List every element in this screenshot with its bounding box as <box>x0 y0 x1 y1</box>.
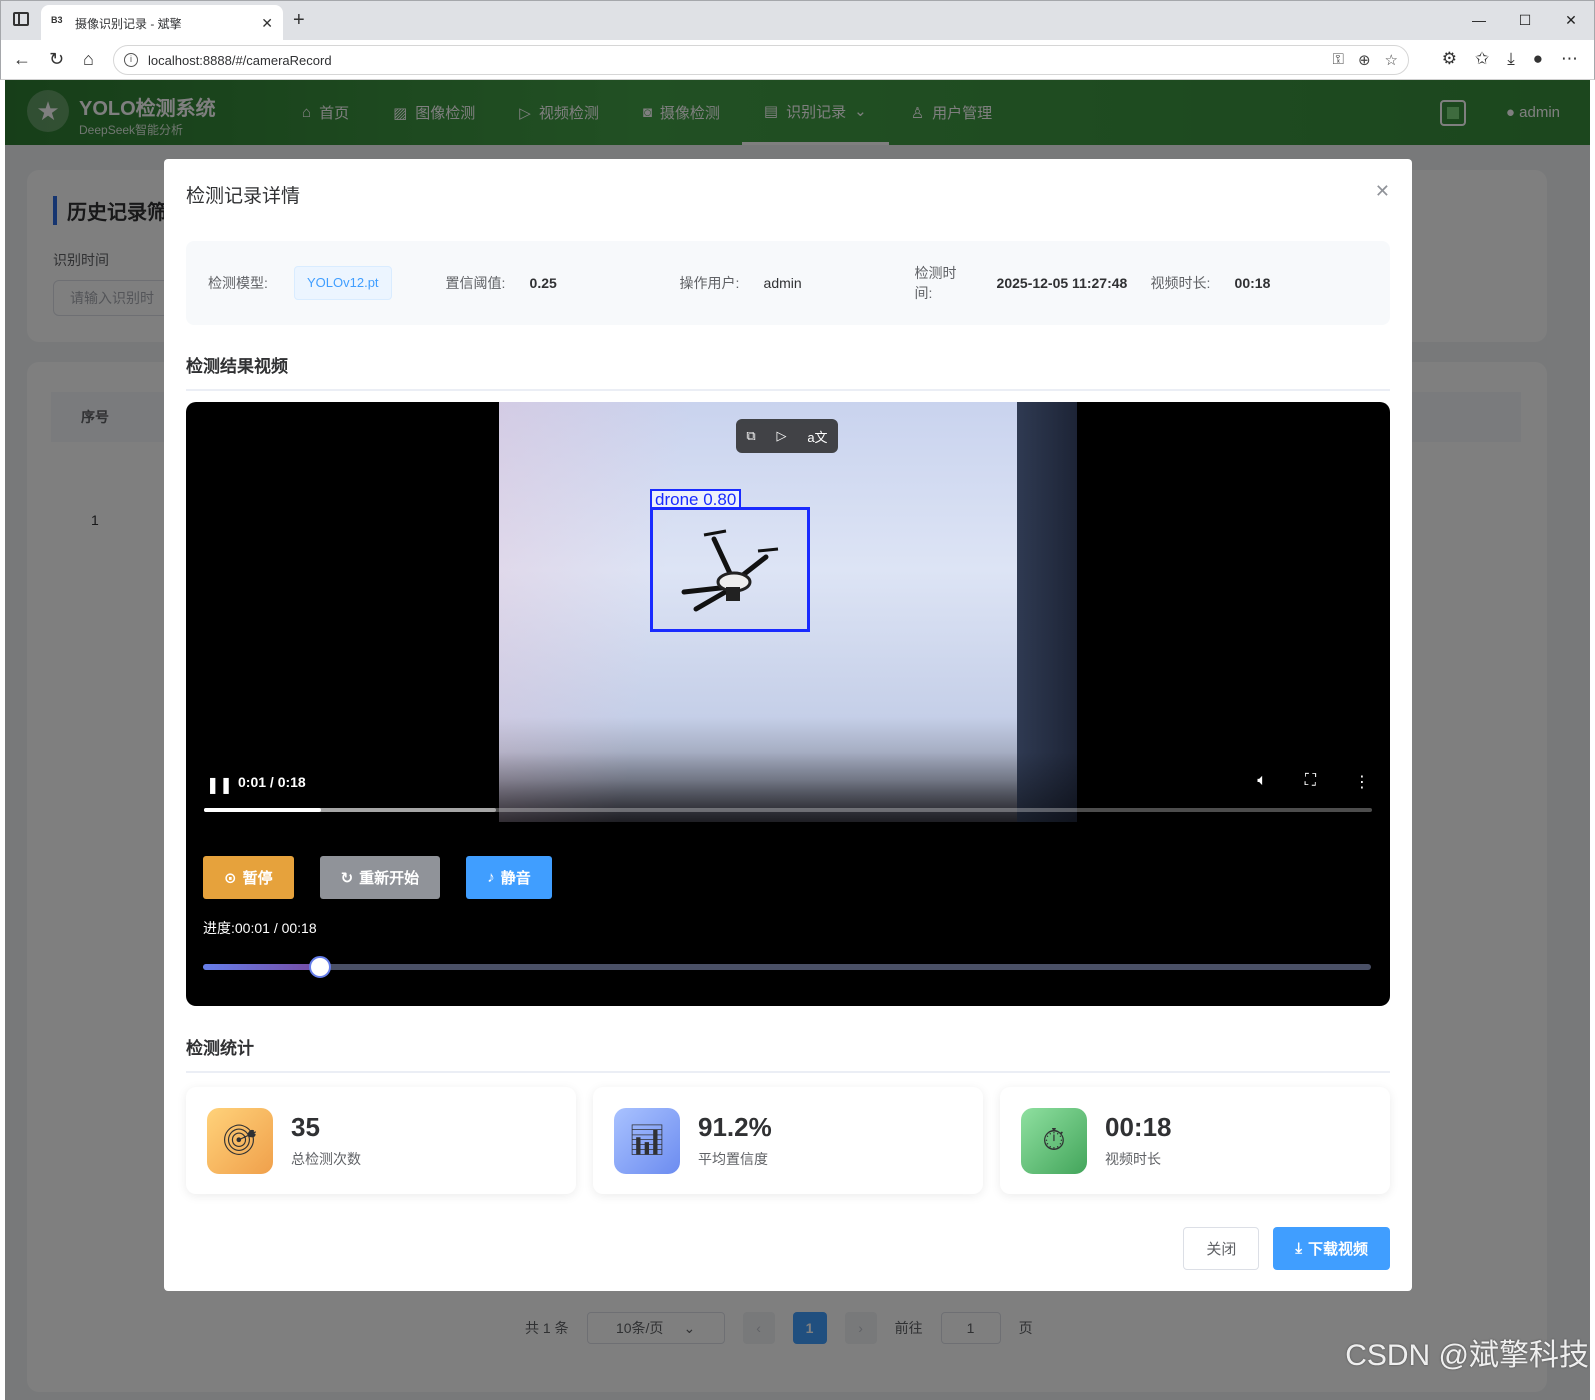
progress-text: 进度:00:01 / 00:18 <box>203 920 317 936</box>
video-pause-icon[interactable]: ❚❚ <box>206 775 233 795</box>
close-icon[interactable]: ✕ <box>1375 181 1390 202</box>
stat-value: 00:18 <box>1105 1112 1172 1142</box>
slider-fill <box>203 964 320 970</box>
duration-label: 视频时长: <box>1150 275 1211 291</box>
home-icon[interactable]: ⌂ <box>83 49 94 70</box>
browser-tab-bar: B3 摄像识别记录 - 斌擎 ✕ + — ☐ ✕ <box>0 0 1595 41</box>
more-icon[interactable]: ⋯ <box>1561 49 1578 69</box>
new-tab-icon[interactable]: + <box>293 9 305 32</box>
video-player[interactable]: drone 0.80 ⧉ ▷ a文 ❚❚ 0:01 / 0:18 🔈︎ ⛶ ⋮ … <box>186 402 1390 1006</box>
url-text: localhost:8888/#/cameraRecord <box>148 52 332 68</box>
stat-label: 平均置信度 <box>698 1151 768 1167</box>
key-icon[interactable]: ⚿ <box>1333 51 1344 69</box>
video-section-title: 检测结果视频 <box>186 352 1390 391</box>
address-bar-row: ← ↻ ⌂ i localhost:8888/#/cameraRecord ⚿ … <box>0 40 1595 80</box>
user-value: admin <box>763 275 802 291</box>
video-overlay-toolbar: ⧉ ▷ a文 <box>736 419 838 453</box>
mute-button[interactable]: ♪ 静音 <box>466 856 552 899</box>
stat-value: 35 <box>291 1112 320 1142</box>
stat-card-duration: ⏱︎ 00:18 视频时长 <box>1000 1087 1390 1194</box>
watermark: CSDN @斌擎科技 <box>1345 1339 1589 1372</box>
video-progress-bar[interactable] <box>204 808 1372 812</box>
time-value: 2025-12-05 11:27:48 <box>996 275 1128 291</box>
stat-value: 91.2% <box>698 1112 772 1142</box>
favorite-star-icon[interactable]: ☆ <box>1385 51 1398 69</box>
record-detail-dialog: 检测记录详情 ✕ 检测模型: YOLOv12.pt 置信阈值: 0.25 操作用… <box>164 159 1412 1291</box>
progress-slider[interactable] <box>203 956 1371 978</box>
favorites-icon[interactable]: ✩ <box>1475 49 1489 69</box>
close-button[interactable]: 关闭 <box>1183 1227 1260 1270</box>
user-label: 操作用户: <box>679 275 740 291</box>
refresh-icon: ↻ <box>340 869 354 887</box>
video-played <box>204 808 321 812</box>
slider-knob[interactable] <box>308 956 331 978</box>
model-tag: YOLOv12.pt <box>294 266 392 300</box>
time-label: 检测时间: <box>914 265 957 301</box>
zoom-icon[interactable]: ⊕ <box>1358 51 1371 69</box>
close-tab-icon[interactable]: ✕ <box>261 15 273 32</box>
fullscreen-icon[interactable]: ⛶ <box>1305 772 1316 792</box>
browser-tab[interactable]: B3 摄像识别记录 - 斌擎 ✕ <box>41 5 283 41</box>
tab-title: 摄像识别记录 - 斌擎 <box>75 16 182 31</box>
conf-value: 0.25 <box>529 275 557 291</box>
microphone-icon: ♪ <box>487 869 495 886</box>
extensions-icon[interactable]: ⚙ <box>1442 49 1457 69</box>
custom-controls: ⊙ 暂停 ↻ 重新开始 ♪ 静音 <box>203 856 552 899</box>
tab-actions-icon[interactable] <box>13 12 29 26</box>
target-icon: 🎯︎ <box>207 1107 273 1174</box>
maximize-icon[interactable]: ☐ <box>1502 1 1548 41</box>
more-options-icon[interactable]: ⋮ <box>1354 772 1370 792</box>
restart-button[interactable]: ↻ 重新开始 <box>319 856 441 899</box>
stat-label: 视频时长 <box>1105 1151 1161 1167</box>
bar-chart-icon: 📊︎ <box>614 1107 680 1174</box>
drone-image <box>681 529 779 612</box>
back-icon[interactable]: ← <box>13 49 31 70</box>
cast-icon[interactable]: ▷ <box>777 428 787 444</box>
stat-card-total: 🎯︎ 35 总检测次数 <box>186 1087 576 1194</box>
stat-label: 总检测次数 <box>291 1151 361 1167</box>
favicon-icon: B3 <box>51 15 63 25</box>
pause-button[interactable]: ⊙ 暂停 <box>203 856 294 899</box>
volume-icon[interactable]: 🔈︎ <box>1257 772 1267 792</box>
record-info: 检测模型: YOLOv12.pt 置信阈值: 0.25 操作用户: admin … <box>186 241 1390 325</box>
stats-section-title: 检测统计 <box>186 1034 1390 1073</box>
stopwatch-icon: ⏱︎ <box>1021 1107 1087 1174</box>
video-time: 0:01 / 0:18 <box>238 774 306 790</box>
download-icon[interactable]: ⤓ <box>1507 49 1515 69</box>
duration-value: 00:18 <box>1234 275 1271 291</box>
site-info-icon[interactable]: i <box>124 53 138 67</box>
stats-cards: 🎯︎ 35 总检测次数 📊︎ 91.2% 平均置信度 ⏱︎ 00:18 视频时长 <box>186 1087 1390 1194</box>
video-controls-gradient <box>186 752 1390 832</box>
pip-icon[interactable]: ⧉ <box>746 428 755 444</box>
video-right-controls: 🔈︎ ⛶ ⋮ <box>1257 772 1370 792</box>
minimize-icon[interactable]: — <box>1456 1 1502 41</box>
app-root: ★ YOLO检测系统 DeepSeek智能分析 ⌂首页 ▨图像检测 ▷视频检测 … <box>5 80 1590 1400</box>
conf-label: 置信阈值: <box>445 275 506 291</box>
close-window-icon[interactable]: ✕ <box>1548 1 1594 41</box>
download-icon: ⤓ <box>1295 1240 1302 1257</box>
dialog-footer: 关闭 ⤓ 下载视频 <box>1183 1227 1390 1270</box>
pause-circle-icon: ⊙ <box>224 869 237 887</box>
browser-toolbar: ⚙ ✩ ⤓ ● ⋯ <box>1442 49 1578 69</box>
profile-icon[interactable]: ● <box>1533 49 1543 69</box>
download-video-button[interactable]: ⤓ 下载视频 <box>1273 1227 1390 1270</box>
reload-icon[interactable]: ↻ <box>49 49 64 70</box>
window-controls: — ☐ ✕ <box>1456 1 1594 41</box>
model-label: 检测模型: <box>208 275 268 291</box>
url-field[interactable]: i localhost:8888/#/cameraRecord ⚿ ⊕ ☆ <box>113 45 1409 75</box>
translate-icon[interactable]: a文 <box>807 427 827 446</box>
stat-card-confidence: 📊︎ 91.2% 平均置信度 <box>593 1087 983 1194</box>
dialog-title: 检测记录详情 <box>186 186 301 207</box>
detection-label: drone 0.80 <box>650 489 742 509</box>
